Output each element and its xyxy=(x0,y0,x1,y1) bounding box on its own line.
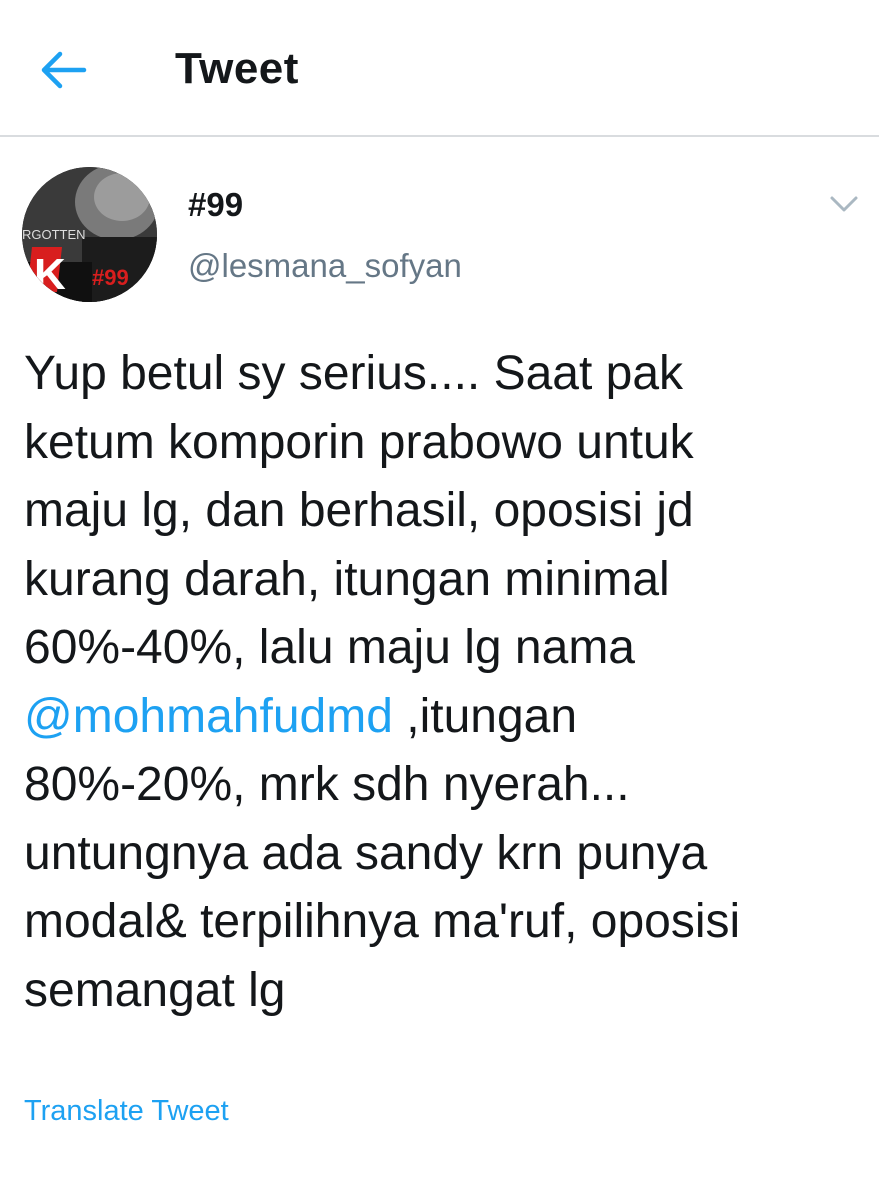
translate-tweet-link[interactable]: Translate Tweet xyxy=(24,1095,229,1128)
svg-text:RGOTTEN: RGOTTEN xyxy=(22,227,86,242)
user-handle[interactable]: @lesmana_sofyan xyxy=(188,247,462,285)
display-name[interactable]: #99 xyxy=(188,186,243,224)
chevron-down-icon xyxy=(830,196,858,212)
mention-link[interactable]: @mohmahfudmd xyxy=(24,690,393,743)
top-app-bar: Tweet xyxy=(0,0,879,137)
arrow-left-icon xyxy=(41,51,87,89)
tweet-menu-button[interactable] xyxy=(826,190,862,218)
tweet-text-part-1: Yup betul sy serius.... Saat pak ketum k… xyxy=(24,347,694,674)
back-button[interactable] xyxy=(38,48,88,92)
svg-text:K: K xyxy=(34,250,66,299)
avatar[interactable]: K RGOTTEN #99 xyxy=(22,167,157,302)
page-title: Tweet xyxy=(175,44,299,93)
tweet-text: Yup betul sy serius.... Saat pak ketum k… xyxy=(24,340,864,1025)
svg-text:#99: #99 xyxy=(92,265,129,290)
avatar-image: K RGOTTEN #99 xyxy=(22,167,157,302)
